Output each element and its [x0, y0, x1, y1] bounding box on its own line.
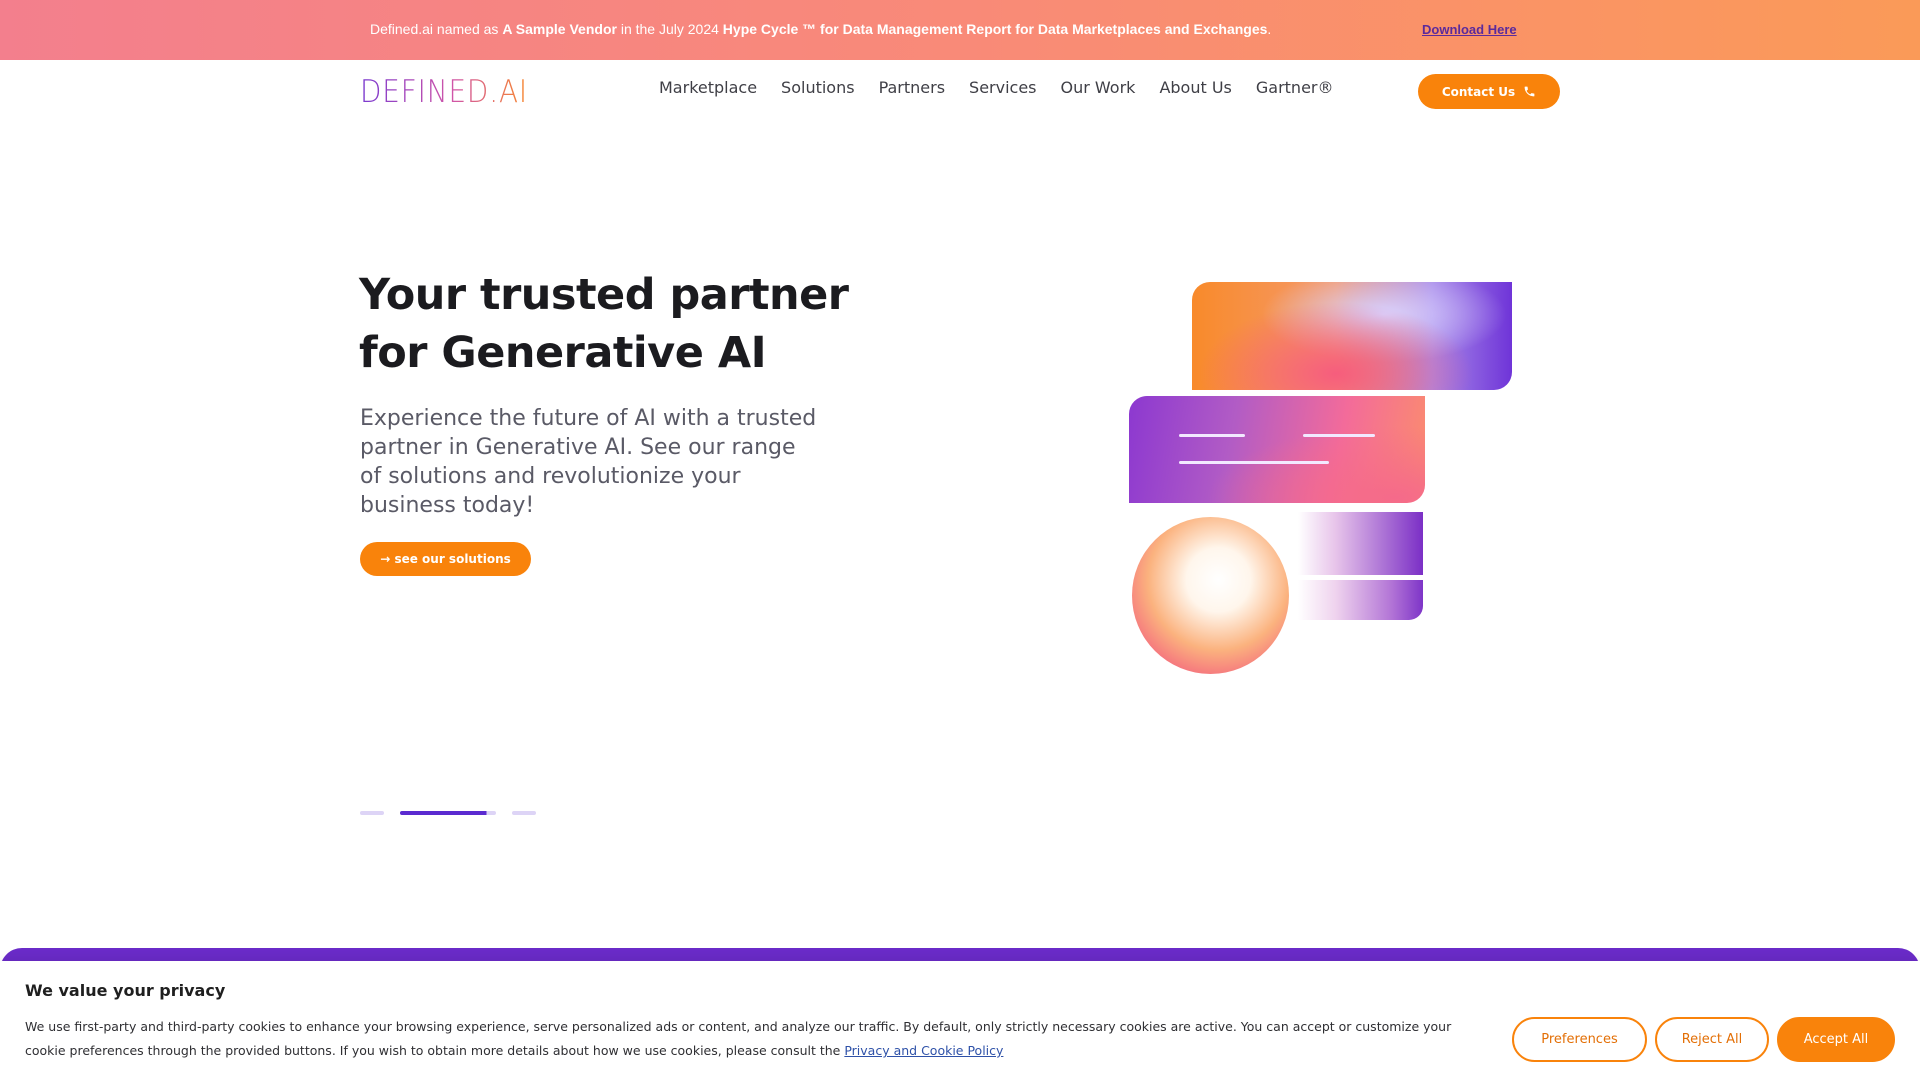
accept-all-button[interactable]: Accept All	[1777, 1017, 1895, 1062]
cookie-description: We use first-party and third-party cooki…	[25, 1015, 1455, 1063]
hero-title: Your trusted partner for Generative AI	[359, 266, 879, 382]
download-here-link[interactable]: Download Here	[1422, 22, 1517, 37]
nav-item-our-work[interactable]: Our Work	[1061, 78, 1136, 97]
announcement-text: Defined.ai named as A Sample Vendor in t…	[370, 21, 1271, 37]
nav-item-partners[interactable]: Partners	[879, 78, 945, 97]
illustration-card-top	[1192, 282, 1512, 390]
contact-us-label: Contact Us	[1441, 84, 1516, 99]
illustration-bar-lower	[1298, 580, 1423, 620]
slider-indicators	[360, 811, 536, 815]
announcement-middle: in the July 2024	[616, 21, 723, 37]
preferences-button[interactable]: Preferences	[1512, 1017, 1647, 1062]
announcement-suffix: .	[1267, 21, 1272, 37]
announcement-banner: Defined.ai named as A Sample Vendor in t…	[0, 0, 1920, 60]
defined-ai-logo[interactable]: DEFINED.AI	[360, 74, 530, 106]
hero-subtitle: Experience the future of AI with a trust…	[360, 406, 817, 518]
phone-icon	[1523, 85, 1536, 98]
hero-illustration	[1120, 280, 1520, 680]
slider-dot-1[interactable]	[360, 811, 384, 815]
hero-title-line-1: Your trusted partner	[359, 270, 849, 320]
nav-item-marketplace[interactable]: Marketplace	[659, 78, 757, 97]
see-our-solutions-button[interactable]: → see our solutions	[360, 542, 531, 576]
announcement-vendor: A Sample Vendor	[502, 21, 617, 37]
nav-item-solutions[interactable]: Solutions	[781, 78, 855, 97]
nav-item-gartner[interactable]: Gartner®	[1256, 78, 1334, 97]
slider-dot-3[interactable]	[512, 811, 536, 815]
announcement-prefix: Defined.ai named as	[370, 21, 503, 37]
logo-graphic: DEFINED.AI	[360, 74, 528, 106]
illustration-line	[1303, 434, 1375, 437]
reject-all-button[interactable]: Reject All	[1655, 1017, 1769, 1062]
hero-title-line-2: for Generative AI	[359, 328, 767, 378]
cookie-consent-banner: We value your privacy We use first-party…	[0, 961, 1920, 1080]
illustration-line	[1179, 461, 1329, 464]
illustration-card-middle	[1129, 396, 1425, 503]
contact-us-button[interactable]: Contact Us	[1418, 74, 1560, 109]
announcement-report: Hype Cycle ™ for Data Management Report …	[722, 21, 1268, 37]
nav-item-about-us[interactable]: About Us	[1159, 78, 1231, 97]
nav-menu: Marketplace Solutions Partners Services …	[659, 78, 1358, 97]
nav-item-services[interactable]: Services	[969, 78, 1036, 97]
slider-dot-2-active[interactable]	[400, 811, 496, 815]
cookie-description-text: We use first-party and third-party cooki…	[25, 1019, 1452, 1058]
main-navigation: DEFINED.AI Marketplace Solutions Partner…	[0, 60, 1920, 120]
illustration-bar-upper	[1298, 512, 1423, 575]
privacy-cookie-policy-link[interactable]: Privacy and Cookie Policy	[844, 1043, 1003, 1058]
illustration-line	[1179, 434, 1245, 437]
logo-text: DEFINED.AI	[360, 74, 528, 106]
cookie-title: We value your privacy	[25, 981, 226, 1000]
illustration-circle	[1132, 517, 1289, 674]
